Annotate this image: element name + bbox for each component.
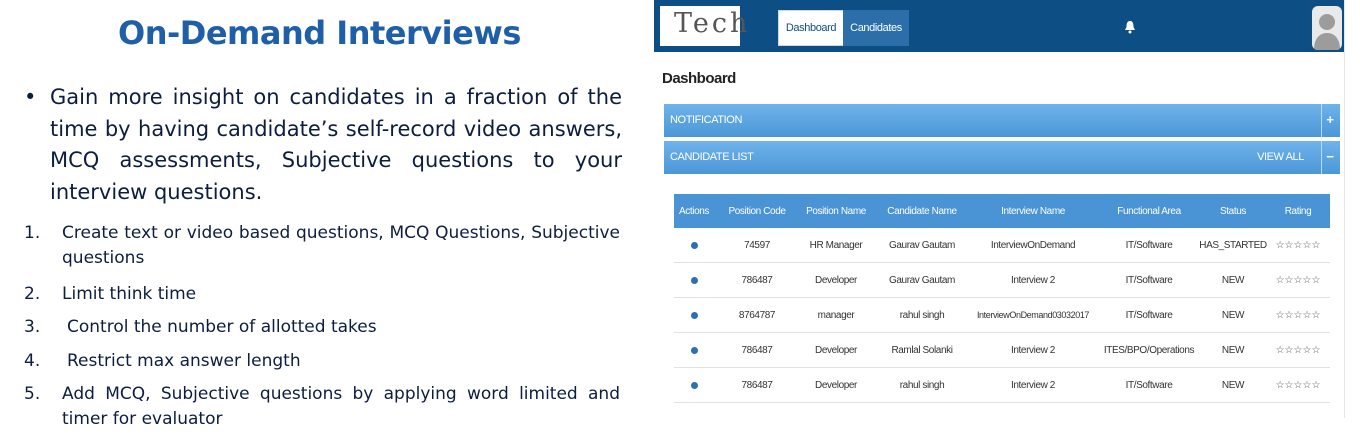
page-title: Dashboard [662, 70, 736, 87]
list-item: 1. Create text or video based questions,… [24, 221, 620, 271]
view-all-link[interactable]: VIEW ALL [1257, 151, 1304, 163]
column-header: Position Name [806, 205, 866, 217]
list-text: Restrict max answer length [67, 351, 301, 371]
cell-status: NEW [1221, 274, 1245, 286]
cell-candidate-name: Ramlal Solanki [891, 344, 953, 356]
logo[interactable]: Tech [660, 6, 747, 46]
list-number: 3. [24, 317, 41, 337]
list-item: 2. Limit think time [24, 282, 620, 307]
cell-position-name: HR Manager [809, 239, 863, 251]
cell-interview-name: Interview 2 [1011, 379, 1055, 391]
list-number: 1. [24, 223, 41, 243]
column-header: Interview Name [1001, 205, 1065, 217]
eye-icon[interactable] [690, 241, 698, 249]
eye-icon[interactable] [690, 346, 698, 354]
rating-stars[interactable]: ☆☆☆☆☆ [1266, 368, 1330, 402]
column-header: Position Code [728, 205, 786, 217]
rating-stars[interactable]: ☆☆☆☆☆ [1266, 298, 1330, 332]
list-item: 3. Control the number of allotted takes [24, 315, 620, 340]
logo-text: Tech [674, 8, 751, 39]
cell-position-code: 8764787 [738, 309, 776, 321]
cell-candidate-name: Gaurav Gautam [889, 239, 955, 251]
cell-functional-area: IT/Software [1125, 274, 1173, 286]
divider [1321, 104, 1322, 137]
candidate-list-label: CANDIDATE LIST [670, 151, 754, 163]
candidate-list-panel-header[interactable]: CANDIDATE LIST VIEW ALL − [664, 141, 1340, 174]
table-header: Actions Position Code Position Name Cand… [674, 194, 1330, 228]
view-action[interactable] [674, 368, 714, 402]
user-silhouette-icon [1314, 14, 1340, 50]
collapse-icon[interactable]: − [1324, 149, 1336, 164]
cell-position-name: Developer [815, 274, 857, 286]
column-header: Functional Area [1117, 205, 1181, 217]
app-screenshot: Tech Dashboard Candidates Dashboard NOTI… [654, 0, 1345, 418]
expand-icon[interactable]: + [1324, 112, 1336, 127]
table-row: 786487 Developer Gaurav Gautam Interview… [674, 263, 1330, 298]
cell-interview-name: Interview 2 [1011, 274, 1055, 286]
bell-icon[interactable] [1124, 20, 1136, 34]
nav-dashboard[interactable]: Dashboard [778, 10, 844, 46]
column-header: Candidate Name [887, 205, 957, 217]
view-action[interactable] [674, 263, 714, 297]
table-row: 74597 HR Manager Gaurav Gautam Interview… [674, 228, 1330, 263]
column-header: Actions [679, 205, 709, 217]
rating-stars[interactable]: ☆☆☆☆☆ [1266, 228, 1330, 262]
table-row: 8764787 manager rahul singh InterviewOnD… [674, 298, 1330, 333]
list-text: Control the number of allotted takes [67, 317, 377, 337]
table-row: 786487 Developer rahul singh Interview 2… [674, 368, 1330, 403]
slide-title: On-Demand Interviews [118, 14, 521, 52]
bullet-text: Gain more insight on candidates in a fra… [50, 85, 622, 204]
cell-position-name: manager [817, 309, 855, 321]
cell-interview-name: InterviewOnDemand [990, 239, 1076, 251]
notification-panel-header[interactable]: NOTIFICATION + [664, 104, 1340, 137]
list-item: 4. Restrict max answer length [24, 349, 620, 374]
view-action[interactable] [674, 228, 714, 262]
cell-status: HAS_STARTED [1199, 239, 1267, 251]
bullet-point: • Gain more insight on candidates in a f… [24, 82, 622, 208]
view-action[interactable] [674, 298, 714, 332]
cell-position-code: 786487 [741, 274, 773, 286]
divider [1321, 141, 1322, 174]
cell-candidate-name: rahul singh [899, 379, 945, 391]
cell-functional-area: IT/Software [1125, 309, 1173, 321]
cell-interview-name: Interview 2 [1011, 344, 1055, 356]
cell-position-name: Developer [815, 344, 857, 356]
cell-status: NEW [1221, 379, 1245, 391]
rating-stars[interactable]: ☆☆☆☆☆ [1266, 263, 1330, 297]
list-number: 4. [24, 351, 41, 371]
rating-stars[interactable]: ☆☆☆☆☆ [1266, 333, 1330, 367]
notification-label: NOTIFICATION [670, 114, 742, 126]
cell-candidate-name: rahul singh [899, 309, 945, 321]
list-number: 5. [24, 384, 41, 404]
avatar[interactable] [1312, 6, 1342, 50]
top-navbar: Tech Dashboard Candidates [654, 0, 1344, 52]
nav-candidates[interactable]: Candidates [843, 10, 909, 46]
view-action[interactable] [674, 333, 714, 367]
column-header: Status [1220, 205, 1246, 217]
table-row: 786487 Developer Ramlal Solanki Intervie… [674, 333, 1330, 368]
eye-icon[interactable] [690, 381, 698, 389]
list-text: Limit think time [62, 284, 197, 304]
cell-functional-area: ITES/BPO/Operations [1103, 344, 1195, 356]
cell-status: NEW [1221, 344, 1245, 356]
cell-position-code: 74597 [744, 239, 770, 251]
list-item: 5. Add MCQ, Subjective questions by appl… [24, 382, 620, 432]
cell-functional-area: IT/Software [1125, 379, 1173, 391]
list-text: Add MCQ, Subjective questions by applyin… [62, 384, 620, 429]
cell-position-code: 786487 [741, 344, 773, 356]
cell-position-name: Developer [815, 379, 857, 391]
bullet-dot: • [24, 85, 37, 109]
cell-position-code: 786487 [741, 379, 773, 391]
eye-icon[interactable] [690, 276, 698, 284]
cell-functional-area: IT/Software [1125, 239, 1173, 251]
list-text: Create text or video based questions, MC… [62, 223, 620, 268]
cell-candidate-name: Gaurav Gautam [889, 274, 955, 286]
cell-interview-name: InterviewOnDemand03032017 [976, 310, 1090, 320]
list-number: 2. [24, 284, 41, 304]
cell-status: NEW [1221, 309, 1245, 321]
eye-icon[interactable] [690, 311, 698, 319]
column-header: Rating [1284, 205, 1312, 217]
